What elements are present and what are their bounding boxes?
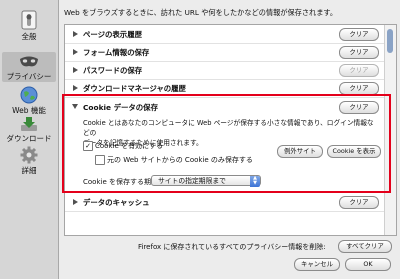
sidebar-item-downloads[interactable]: ダウンロード: [0, 116, 58, 143]
switch-icon: [21, 10, 37, 30]
scrollbar-thumb[interactable]: [387, 29, 393, 53]
sidebar-item-label: 詳細: [21, 166, 37, 175]
sidebar-item-label: プライバシー: [6, 72, 52, 81]
clear-form-data-button[interactable]: クリア: [339, 46, 379, 59]
sidebar-item-privacy[interactable]: プライバシー: [0, 54, 58, 81]
expand-triangle-icon[interactable]: [73, 199, 78, 205]
clear-all-button[interactable]: すべてクリア: [338, 240, 392, 253]
cancel-button[interactable]: キャンセル: [294, 258, 340, 271]
section-history: ページの表示履歴 クリア: [65, 25, 384, 44]
expand-triangle-icon[interactable]: [73, 67, 78, 73]
section-title: フォーム情報の保存: [83, 48, 150, 57]
privacy-description: Web をブラウズするときに、訪れた URL や何をしたかなどの情報が保存されま…: [64, 8, 338, 17]
section-cache: データのキャッシュ クリア: [65, 193, 384, 212]
download-icon: [21, 117, 37, 131]
sidebar-item-advanced[interactable]: 詳細: [0, 146, 58, 175]
sidebar-item-label: Web 機能: [12, 106, 46, 115]
clear-passwords-button[interactable]: クリア: [339, 64, 379, 77]
mask-icon: [20, 56, 38, 67]
clear-cache-button[interactable]: クリア: [339, 196, 379, 209]
section-title: パスワードの保存: [83, 66, 143, 75]
sidebar-item-label: 全般: [21, 32, 37, 41]
section-title: ダウンロードマネージャの履歴: [83, 84, 186, 93]
sidebar-item-label: ダウンロード: [6, 134, 52, 143]
sidebar-item-general[interactable]: 全般: [0, 10, 58, 41]
sidebar: 全般 プライバシー Web 機能 ダウンロード 詳細: [0, 0, 59, 279]
globe-icon: [20, 86, 38, 104]
gear-icon: [20, 146, 38, 164]
section-title: データのキャッシュ: [83, 198, 150, 207]
sidebar-item-web-features[interactable]: Web 機能: [0, 86, 58, 115]
clear-history-button[interactable]: クリア: [339, 28, 379, 41]
clear-all-description: Firefox に保存されているすべてのプライバシー情報を削除:: [138, 243, 326, 251]
cookie-section-highlight: [62, 94, 391, 193]
expand-triangle-icon[interactable]: [73, 49, 78, 55]
expand-triangle-icon[interactable]: [73, 85, 78, 91]
section-passwords: パスワードの保存 クリア: [65, 61, 384, 80]
section-form-data: フォーム情報の保存 クリア: [65, 43, 384, 62]
ok-button[interactable]: OK: [345, 258, 391, 271]
section-title: ページの表示履歴: [83, 30, 142, 39]
expand-triangle-icon[interactable]: [73, 31, 78, 37]
